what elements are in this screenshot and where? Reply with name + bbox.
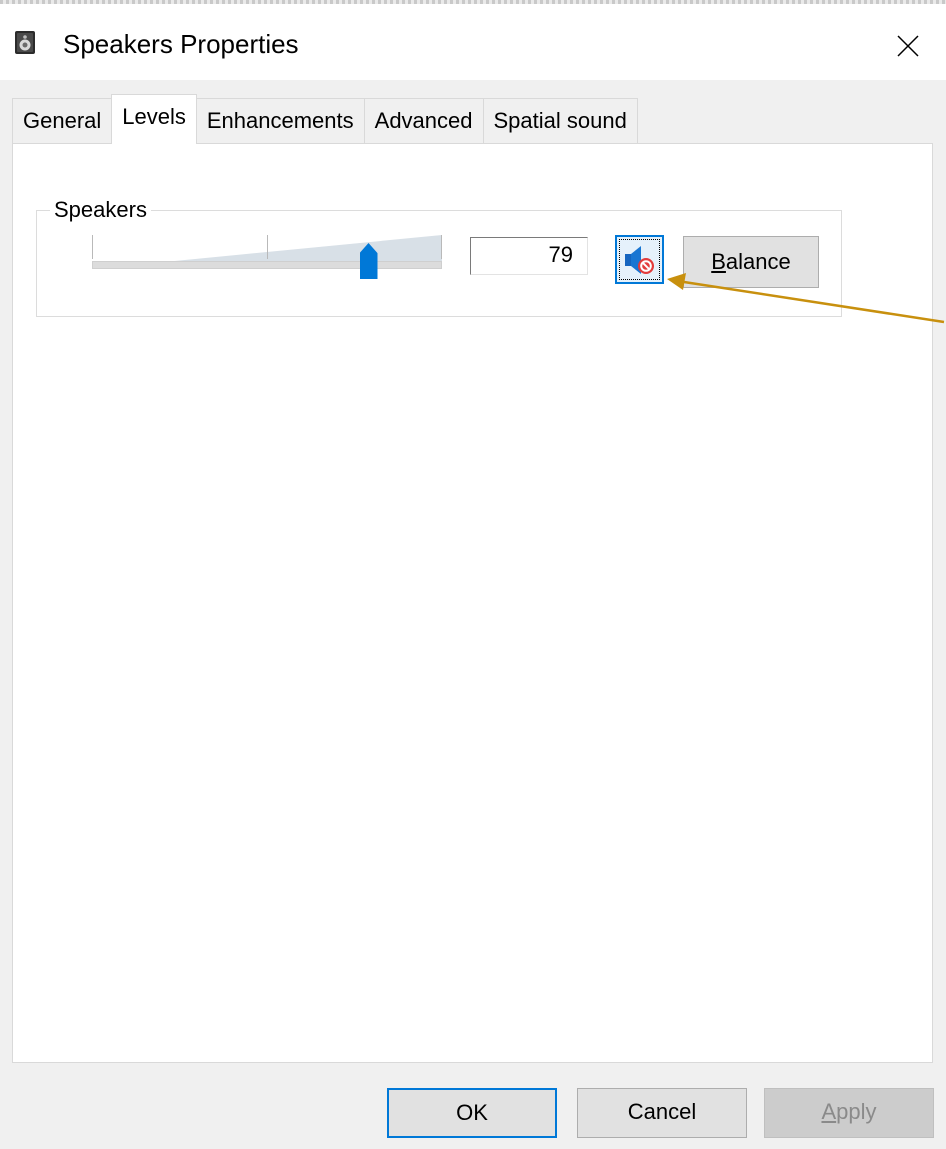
slider-tick — [92, 235, 93, 259]
ok-button[interactable]: OK — [387, 1088, 557, 1138]
balance-button[interactable]: Balance — [683, 236, 819, 288]
slider-tick — [267, 235, 268, 259]
tab-strip: General Levels Enhancements Advanced Spa… — [12, 94, 638, 144]
speakers-group: Speakers 79 Balance — [36, 198, 842, 317]
slider-tick — [441, 235, 442, 259]
apply-label: pply — [836, 1099, 877, 1124]
apply-accelerator: A — [821, 1099, 837, 1124]
window-title: Speakers Properties — [63, 29, 299, 59]
mute-toggle-button[interactable] — [615, 235, 664, 284]
close-icon — [897, 35, 919, 57]
tab-spatial-sound[interactable]: Spatial sound — [482, 98, 638, 144]
speakers-group-label: Speakers — [50, 198, 151, 222]
close-button[interactable] — [876, 18, 940, 74]
volume-level-field[interactable]: 79 — [470, 237, 588, 275]
tab-general[interactable]: General — [12, 98, 113, 144]
tab-levels[interactable]: Levels — [111, 94, 197, 144]
focus-rectangle — [619, 239, 660, 280]
apply-button[interactable]: Apply — [764, 1088, 934, 1138]
title-bar: Speakers Properties — [0, 4, 946, 80]
slider-track — [92, 261, 442, 269]
cancel-button[interactable]: Cancel — [577, 1088, 747, 1138]
tab-advanced[interactable]: Advanced — [363, 98, 484, 144]
balance-accelerator: B — [711, 249, 726, 274]
volume-slider[interactable] — [92, 235, 442, 279]
speaker-device-icon — [15, 31, 35, 54]
speaker-muted-icon — [624, 245, 654, 274]
balance-label: alance — [725, 249, 791, 274]
levels-panel: Speakers 79 Balance — [12, 143, 933, 1063]
tab-enhancements[interactable]: Enhancements — [195, 98, 365, 144]
speakers-properties-dialog: Speakers Properties General Levels Enhan… — [0, 0, 946, 1149]
